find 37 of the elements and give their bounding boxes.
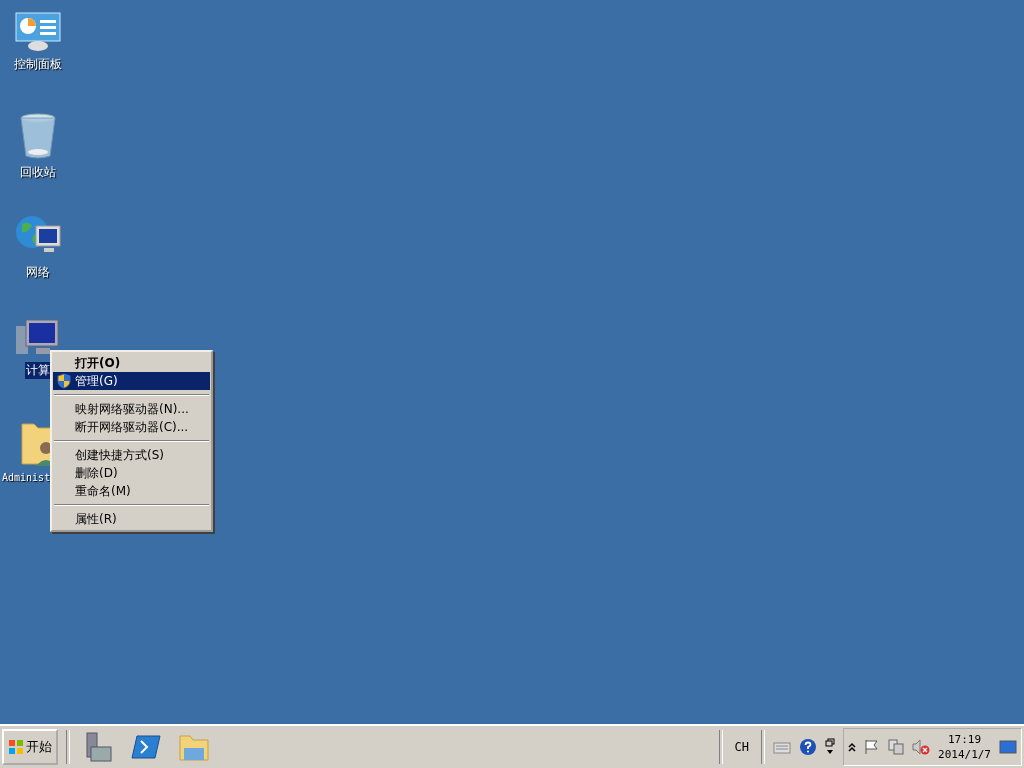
desktop-icon-label[interactable]: 回收站 [19, 164, 57, 181]
desktop-icon-label[interactable]: 控制面板 [13, 56, 63, 73]
menu-item[interactable]: 属性(R) [53, 510, 210, 528]
menu-item[interactable]: 断开网络驱动器(C)... [53, 418, 210, 436]
menu-item[interactable]: 管理(G) [53, 372, 210, 390]
muted-speaker-icon [912, 739, 930, 755]
menu-item[interactable]: 创建快捷方式(S) [53, 446, 210, 464]
network-button[interactable] [888, 739, 904, 755]
desktop-icon [999, 740, 1017, 754]
clock-date: 2014/1/7 [938, 747, 991, 762]
control-panel-icon [14, 12, 62, 52]
flag-button[interactable] [864, 739, 880, 755]
desktop-icon-label[interactable]: 计算 [25, 362, 51, 379]
double-chevron-icon [848, 742, 856, 752]
clock[interactable]: 17:19 2014/1/7 [938, 732, 991, 762]
windows-logo-icon [8, 739, 24, 755]
desktop-icon-label[interactable]: Administ [1, 472, 52, 483]
desktop-icon-label[interactable]: 网络 [25, 264, 51, 281]
trash-can-icon [18, 112, 58, 160]
powershell-icon [131, 734, 161, 760]
language-indicator[interactable]: CH [730, 740, 753, 754]
restore-button[interactable] [825, 738, 835, 756]
chevron-button[interactable] [848, 742, 856, 752]
folder-icon [178, 732, 210, 762]
help-icon [799, 738, 817, 756]
flag-icon [864, 739, 880, 755]
start-button[interactable]: 开始 [2, 729, 58, 765]
volume-button[interactable] [912, 739, 930, 755]
clock-time: 17:19 [947, 732, 982, 747]
menu-item[interactable]: 删除(D) [53, 464, 210, 482]
restore-icon [825, 738, 835, 756]
menu-item[interactable]: 打开(O) [53, 354, 210, 372]
keyboard-icon [773, 740, 791, 754]
menu-item[interactable]: 映射网络驱动器(N)... [53, 400, 210, 418]
menu-item[interactable]: 重命名(M) [53, 482, 210, 500]
help-button[interactable] [799, 738, 817, 756]
network-icon [888, 739, 904, 755]
